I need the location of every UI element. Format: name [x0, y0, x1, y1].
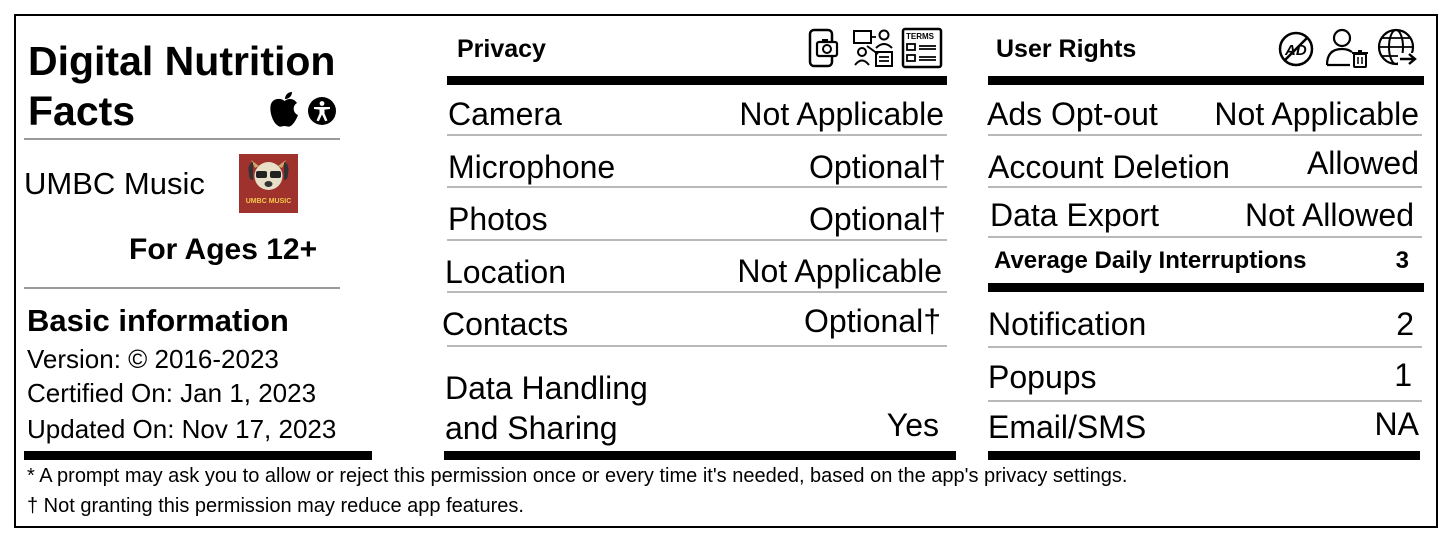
interruptions-total: 3 — [1395, 247, 1409, 274]
interruption-label-popups: Popups — [988, 359, 1097, 395]
divider — [24, 287, 340, 289]
section-rule — [447, 76, 947, 85]
data-sharing-icon — [853, 29, 893, 67]
user-rights-heading: User Rights — [996, 35, 1137, 63]
divider — [24, 138, 340, 140]
interruption-value-email-sms: NA — [1374, 406, 1419, 442]
certified-date: Certified On: Jan 1, 2023 — [27, 378, 317, 408]
privacy-value-location: Not Applicable — [737, 253, 942, 289]
terms-icon-label: TERMS — [906, 32, 935, 41]
privacy-value-contacts: Optional† — [804, 303, 941, 339]
privacy-value-microphone: Optional† — [809, 149, 946, 185]
rights-value-ads-opt-out: Not Applicable — [1214, 96, 1419, 132]
rights-label-data-export: Data Export — [990, 197, 1159, 233]
privacy-label-location: Location — [445, 254, 566, 290]
row-divider — [447, 134, 947, 136]
rights-label-ads-opt-out: Ads Opt-out — [987, 96, 1158, 132]
rights-value-data-export: Not Allowed — [1245, 197, 1414, 233]
row-divider — [447, 291, 947, 293]
section-rule — [444, 451, 956, 460]
section-rule — [988, 451, 1420, 460]
privacy-value-camera: Not Applicable — [739, 96, 944, 132]
accessibility-icon — [308, 97, 336, 125]
section-rule — [988, 283, 1424, 292]
data-handling-value: Yes — [886, 407, 939, 443]
interruptions-heading: Average Daily Interruptions — [994, 247, 1307, 274]
terms-document-icon: TERMS — [901, 27, 943, 69]
export-globe-icon — [1377, 28, 1419, 66]
app-icon: UMBC MUSIC — [239, 154, 298, 213]
section-rule — [24, 451, 372, 460]
row-divider — [447, 186, 947, 188]
privacy-label-contacts: Contacts — [442, 306, 569, 342]
row-divider — [447, 239, 947, 241]
privacy-label-camera: Camera — [448, 96, 562, 132]
basic-info-heading: Basic information — [27, 303, 289, 338]
privacy-heading: Privacy — [457, 35, 546, 63]
version-text: Version: © 2016-2023 — [27, 344, 279, 374]
row-divider — [988, 236, 1422, 238]
updated-date: Updated On: Nov 17, 2023 — [27, 414, 337, 444]
rights-label-account-deletion: Account Deletion — [988, 149, 1230, 185]
phone-camera-icon — [808, 28, 839, 68]
rights-value-account-deletion: Allowed — [1306, 145, 1419, 181]
apple-logo-icon — [270, 92, 298, 127]
data-handling-label-line1: Data Handling — [445, 370, 648, 406]
app-name: UMBC Music — [24, 166, 205, 201]
section-rule — [988, 76, 1424, 85]
interruption-value-notification: 2 — [1396, 306, 1414, 342]
interruption-value-popups: 1 — [1394, 357, 1412, 393]
row-divider — [988, 346, 1422, 348]
footnote-asterisk: * A prompt may ask you to allow or rejec… — [27, 465, 1128, 487]
privacy-value-photos: Optional† — [809, 201, 946, 237]
age-rating: For Ages 12+ — [129, 233, 318, 266]
interruption-label-notification: Notification — [988, 306, 1147, 342]
app-icon-text: UMBC MUSIC — [245, 198, 292, 205]
data-handling-label-line2: and Sharing — [445, 410, 618, 446]
delete-account-icon — [1325, 28, 1368, 68]
row-divider — [988, 186, 1422, 188]
row-divider — [988, 134, 1422, 136]
interruption-label-email-sms: Email/SMS — [988, 409, 1147, 445]
row-divider — [988, 400, 1422, 402]
label-title-line1: Digital Nutrition — [28, 38, 336, 84]
row-divider — [447, 345, 947, 347]
footnote-dagger: † Not granting this permission may reduc… — [27, 495, 524, 517]
privacy-label-microphone: Microphone — [448, 149, 616, 185]
privacy-label-photos: Photos — [448, 201, 548, 237]
no-ads-icon: AD — [1278, 31, 1314, 67]
label-title-line2: Facts — [28, 88, 136, 134]
